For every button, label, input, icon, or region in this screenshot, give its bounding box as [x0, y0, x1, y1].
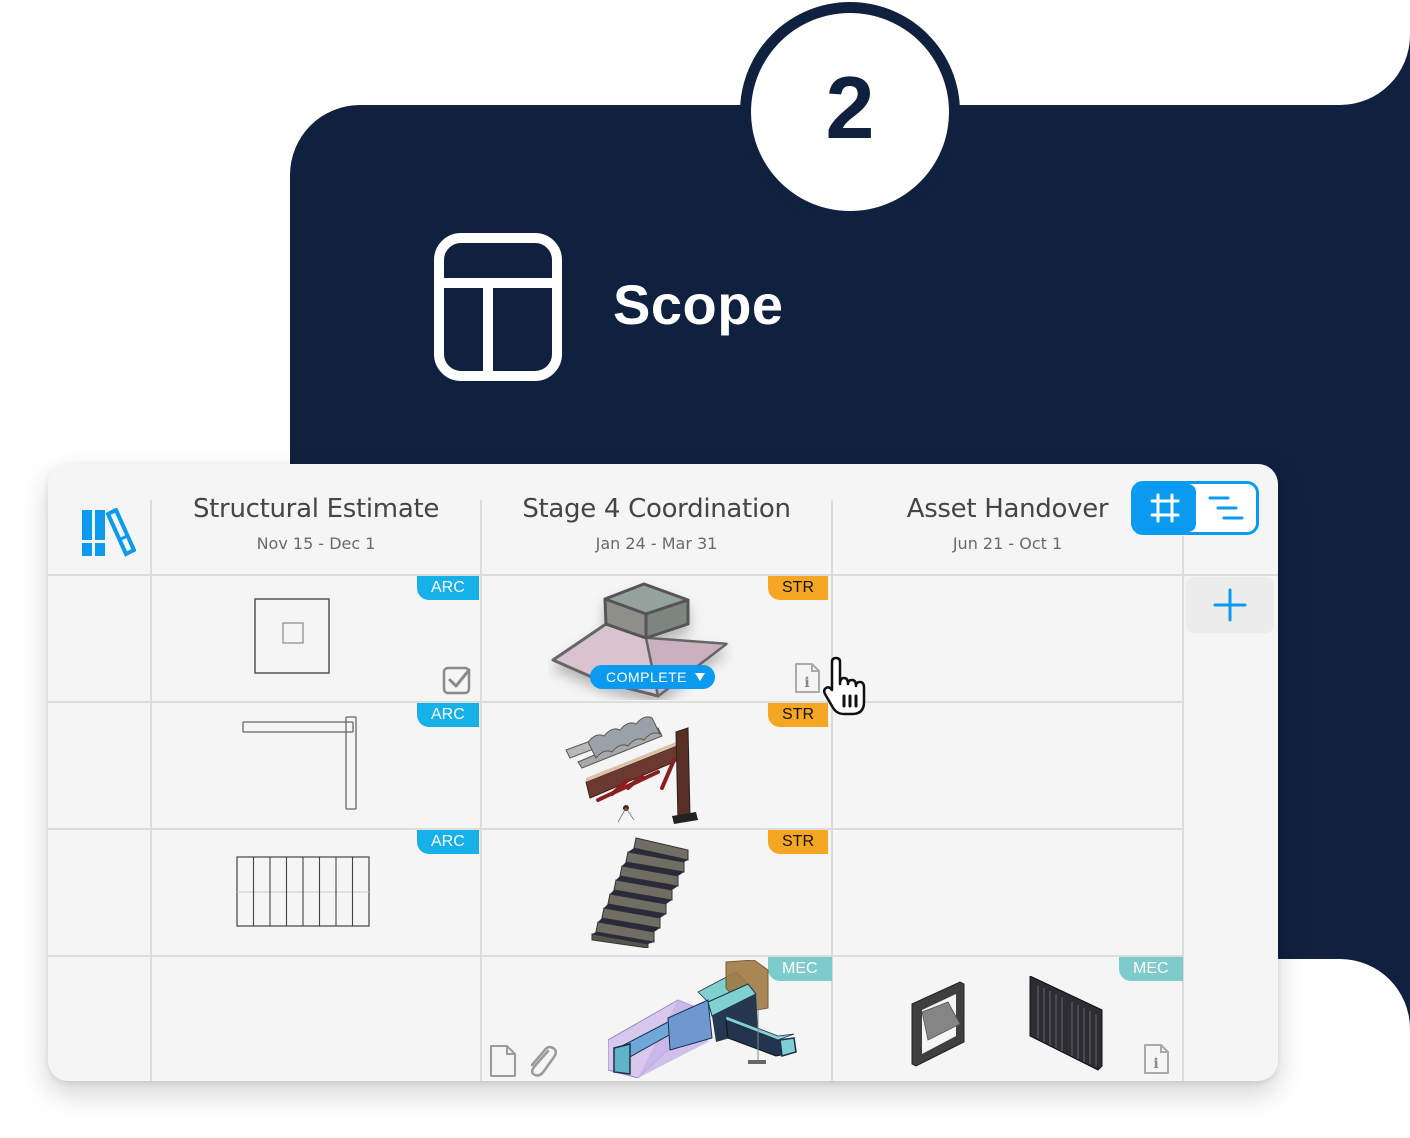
grid-line — [48, 701, 1183, 703]
list-view-button[interactable] — [1196, 484, 1256, 532]
section-title: Scope — [613, 273, 784, 336]
column-header[interactable]: Asset Handover Jun 21 - Oct 1 — [833, 494, 1182, 553]
layout-panels-icon — [434, 233, 562, 381]
white-background-corner-bottom — [1278, 959, 1410, 1138]
step-number: 2 — [825, 58, 875, 157]
info-document-icon[interactable]: i — [1142, 1043, 1170, 1075]
grid-line — [48, 955, 1183, 957]
column-title: Asset Handover — [906, 494, 1109, 524]
stair-plan-drawing[interactable] — [236, 856, 372, 928]
hand-pointer-icon — [822, 656, 866, 716]
discipline-tag: ARC — [417, 576, 479, 600]
vent-grilles-3d-model[interactable] — [908, 976, 1108, 1076]
concrete-stair-3d-model[interactable] — [588, 836, 698, 948]
discipline-tag: ARC — [417, 830, 479, 854]
duct-assembly-3d-model[interactable] — [608, 960, 798, 1078]
svg-text:i: i — [1153, 1056, 1158, 1072]
discipline-tag: MEC — [1119, 957, 1183, 981]
caret-down-icon — [695, 673, 706, 681]
grid-line — [1182, 536, 1184, 1081]
svg-text:i: i — [804, 675, 809, 691]
column-title: Stage 4 Coordination — [522, 494, 791, 524]
grid-line — [48, 574, 1278, 576]
library-books-icon[interactable] — [80, 508, 136, 558]
step-badge: 2 — [751, 13, 949, 211]
checkbox-checked-icon[interactable] — [441, 664, 473, 696]
grid-line — [831, 500, 833, 1081]
grid-line — [150, 500, 152, 1081]
discipline-tag: ARC — [417, 703, 479, 727]
plus-icon — [1213, 588, 1247, 622]
grid-line — [480, 500, 482, 1081]
paperclip-icon[interactable] — [524, 1043, 558, 1079]
l-shaped-wall-drawing[interactable] — [242, 716, 360, 812]
column-header[interactable]: Structural Estimate Nov 15 - Dec 1 — [152, 494, 480, 553]
discipline-tag: STR — [768, 703, 828, 727]
column-dates: Jan 24 - Mar 31 — [595, 534, 718, 553]
list-view-icon — [1208, 496, 1244, 520]
column-title: Structural Estimate — [192, 494, 440, 524]
grid-line — [48, 828, 1183, 830]
column-header[interactable]: Stage 4 Coordination Jan 24 - Mar 31 — [482, 494, 831, 553]
discipline-tag: STR — [768, 830, 828, 854]
column-dates: Nov 15 - Dec 1 — [256, 534, 376, 553]
square-slab-drawing[interactable] — [254, 598, 332, 676]
grid-view-button[interactable] — [1134, 484, 1196, 532]
steel-frame-3d-model[interactable] — [558, 712, 708, 828]
grid-view-icon — [1150, 493, 1180, 523]
discipline-tag: STR — [768, 576, 828, 600]
column-dates: Jun 21 - Oct 1 — [952, 534, 1063, 553]
view-toggle[interactable] — [1131, 481, 1259, 535]
scope-board: Structural Estimate Nov 15 - Dec 1 Stage… — [48, 464, 1278, 1081]
info-document-icon[interactable]: i — [793, 662, 821, 694]
add-column-button[interactable] — [1186, 577, 1274, 633]
white-background-corner — [960, 0, 1410, 105]
document-icon[interactable] — [488, 1044, 518, 1078]
status-label: COMPLETE — [606, 669, 688, 685]
status-dropdown[interactable]: COMPLETE — [590, 665, 716, 689]
